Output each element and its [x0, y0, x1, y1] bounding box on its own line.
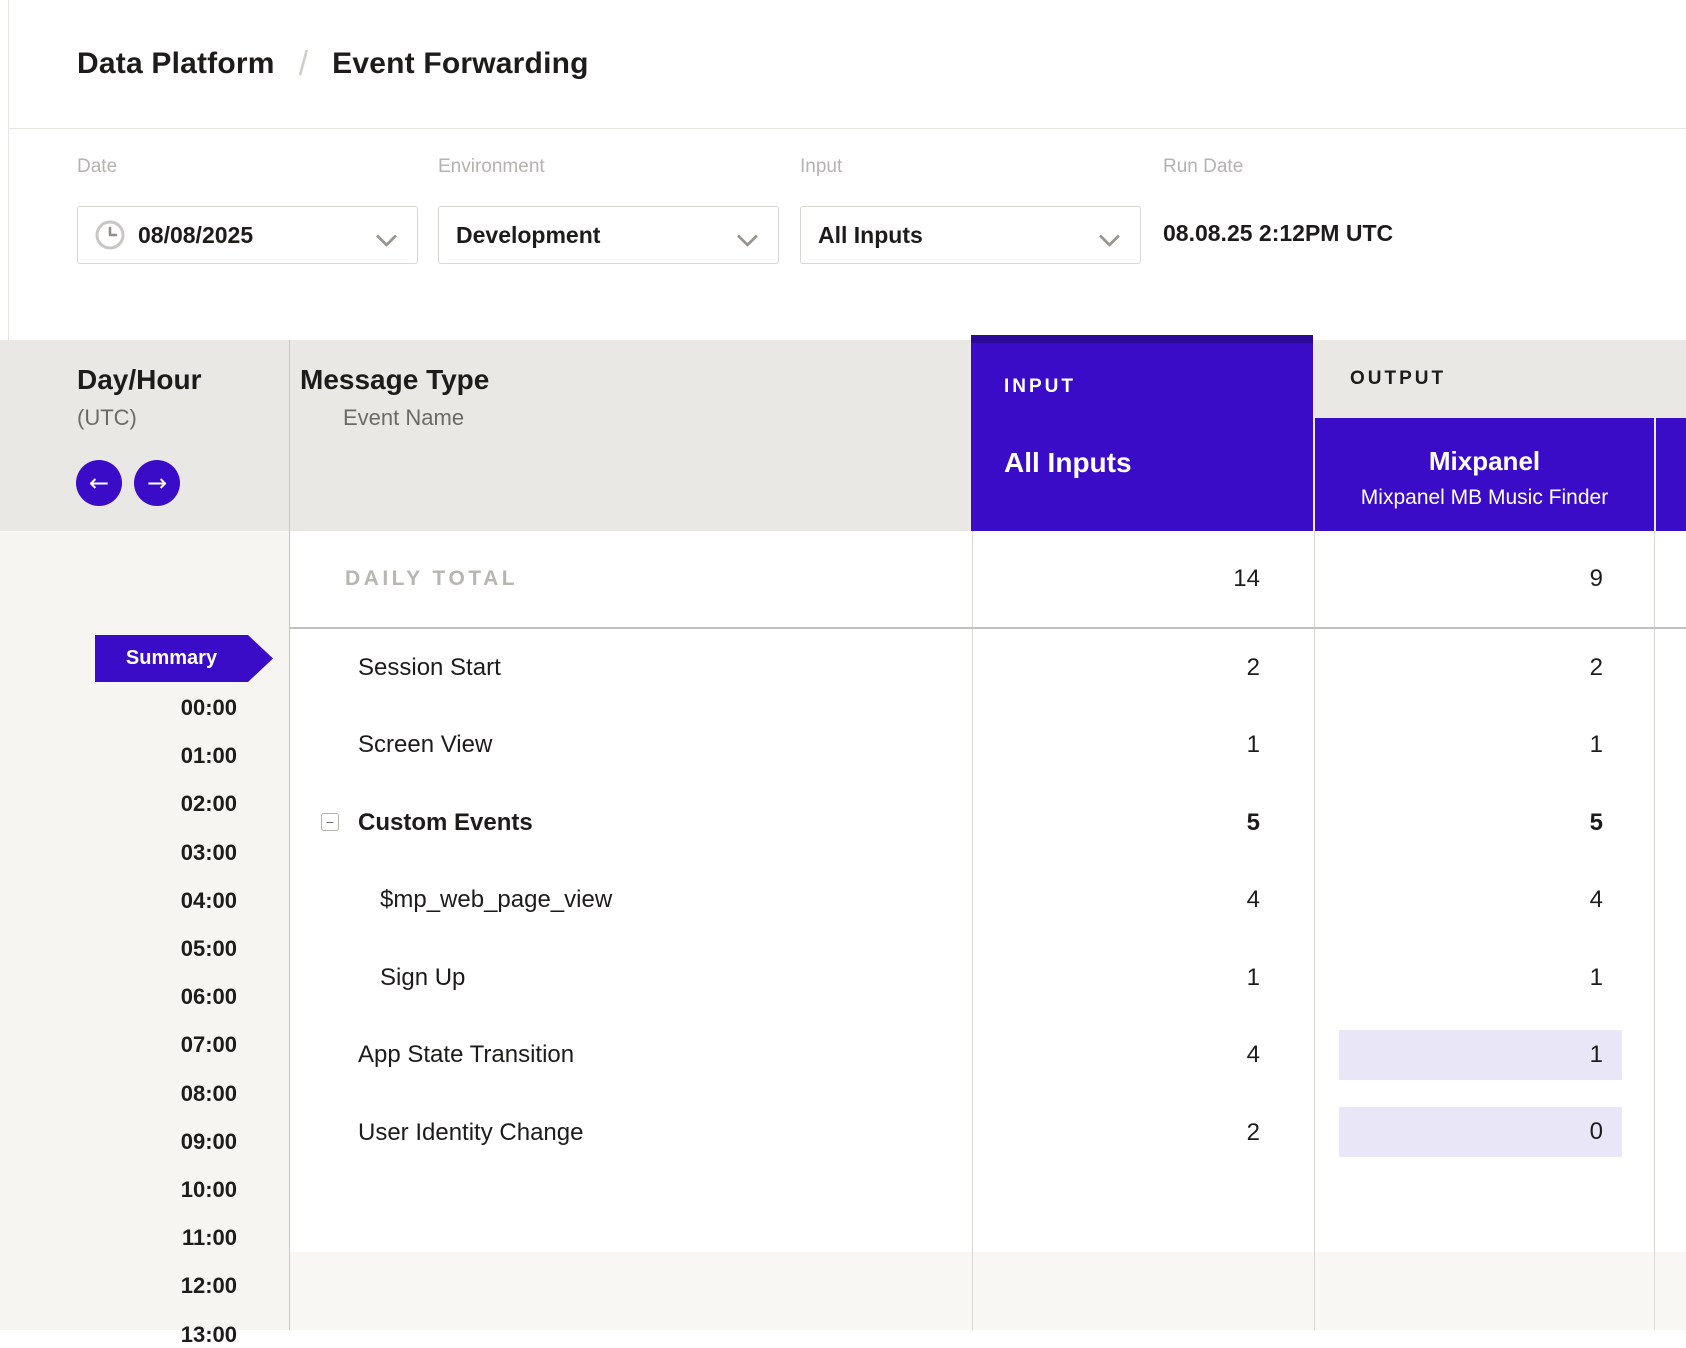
highlighted-output-cell[interactable]: 0 [1339, 1107, 1622, 1157]
event-name-label: Sign Up [380, 939, 465, 1016]
run-date-filter: Run Date 08.08.25 2:12PM UTC [1163, 155, 1393, 247]
event-name-label: Session Start [358, 629, 501, 706]
hour-row-label[interactable]: 02:00 [0, 791, 237, 817]
next-day-button[interactable]: → [134, 460, 180, 506]
day-hour-header: Day/Hour [77, 364, 201, 396]
breadcrumb: Data Platform / Event Forwarding [9, 0, 1686, 129]
hour-row-label[interactable]: 12:00 [0, 1273, 237, 1299]
table-row: $mp_web_page_view 4 4 [289, 862, 1686, 939]
event-name-label: Custom Events [358, 784, 533, 861]
event-name-label: User Identity Change [358, 1094, 583, 1171]
table-footer-strip [289, 1252, 1686, 1330]
table-row: App State Transition 4 1 [289, 1017, 1686, 1094]
event-name-label: App State Transition [358, 1017, 574, 1094]
highlighted-output-cell[interactable]: 1 [1339, 1030, 1622, 1080]
daily-total-output-value: 9 [1590, 531, 1603, 627]
date-value: 08/08/2025 [138, 222, 253, 249]
input-count-cell: 4 [1247, 862, 1260, 939]
environment-filter-label: Environment [438, 155, 779, 179]
daily-total-label: DAILY TOTAL [345, 531, 518, 627]
table-row: User Identity Change 2 0 [289, 1094, 1686, 1171]
arrow-right-icon: → [147, 471, 167, 495]
input-column-header: INPUT All Inputs [971, 335, 1313, 531]
breadcrumb-separator: / [299, 45, 308, 84]
message-type-rows: Session Start 2 2 Screen View 1 1 − Custom Even… [289, 629, 1686, 1172]
output-column-header-next [1656, 418, 1686, 531]
collapse-minus-icon[interactable]: − [321, 813, 339, 831]
input-column-label: INPUT [1004, 376, 1313, 398]
input-value: All Inputs [818, 222, 923, 249]
date-select[interactable]: 08/08/2025 [77, 206, 418, 264]
date-filter: Date 08/08/2025 [77, 155, 418, 264]
input-count-cell: 2 [1247, 629, 1260, 706]
environment-select[interactable]: Development [438, 206, 779, 264]
hour-row-label[interactable]: 13:00 [0, 1322, 237, 1348]
output-count-cell: 1 [1590, 707, 1603, 784]
output-column-title: Mixpanel [1315, 418, 1654, 477]
summary-row-badge[interactable]: Summary [95, 635, 273, 682]
hour-row-label[interactable]: 08:00 [0, 1081, 237, 1107]
input-count-cell: 5 [1247, 784, 1260, 861]
hour-row-label[interactable]: 05:00 [0, 936, 237, 962]
event-name-label: $mp_web_page_view [380, 862, 612, 939]
run-date-label: Run Date [1163, 155, 1393, 179]
output-count-cell: 2 [1590, 629, 1603, 706]
input-count-cell: 4 [1247, 1017, 1260, 1094]
table-row: − Custom Events 5 5 [289, 784, 1686, 861]
table-row: Session Start 2 2 [289, 629, 1686, 706]
clock-icon [95, 220, 125, 250]
event-name-label: Screen View [358, 707, 492, 784]
date-filter-label: Date [77, 155, 418, 179]
table-row: Sign Up 1 1 [289, 939, 1686, 1016]
input-column-name: All Inputs [1004, 447, 1313, 479]
input-filter-label: Input [800, 155, 1141, 179]
output-count-value: 0 [1590, 1118, 1603, 1146]
event-name-subheader: Event Name [343, 405, 464, 431]
hour-row-label[interactable]: 07:00 [0, 1032, 237, 1058]
input-count-cell: 1 [1247, 939, 1260, 1016]
hour-row-label[interactable]: 09:00 [0, 1129, 237, 1155]
output-section-label: OUTPUT [1350, 368, 1446, 390]
breadcrumb-section[interactable]: Data Platform [77, 47, 275, 81]
daily-total-input-value: 14 [1233, 531, 1260, 627]
input-count-cell: 1 [1247, 707, 1260, 784]
input-count-cell: 2 [1247, 1094, 1260, 1171]
arrow-left-icon: ← [89, 471, 109, 495]
day-hour-subheader: (UTC) [77, 405, 137, 431]
chevron-down-icon [738, 225, 758, 245]
page-title: Event Forwarding [332, 47, 589, 81]
daily-total-row: DAILY TOTAL 14 9 [289, 531, 1686, 629]
table-row: Screen View 1 1 [289, 707, 1686, 784]
hour-row-label[interactable]: 04:00 [0, 888, 237, 914]
output-column-subtitle: Mixpanel MB Music Finder [1315, 486, 1654, 510]
run-date-value: 08.08.25 2:12PM UTC [1163, 220, 1393, 247]
hour-row-label[interactable]: 10:00 [0, 1177, 237, 1203]
output-count-cell: 5 [1590, 784, 1603, 861]
chevron-down-icon [1100, 225, 1120, 245]
hour-row-label[interactable]: 11:00 [0, 1225, 237, 1251]
output-column-header-mixpanel: Mixpanel Mixpanel MB Music Finder [1315, 418, 1654, 531]
message-type-header: Message Type [300, 364, 489, 396]
hour-row-label[interactable]: 00:00 [0, 695, 237, 721]
environment-filter: Environment Development [438, 155, 779, 264]
filter-bar: Date 08/08/2025 Environment Development … [9, 129, 1686, 340]
hour-row-label[interactable]: 03:00 [0, 840, 237, 866]
output-count-cell: 4 [1590, 862, 1603, 939]
chevron-down-icon [377, 225, 397, 245]
environment-value: Development [456, 222, 600, 249]
input-select[interactable]: All Inputs [800, 206, 1141, 264]
event-forwarding-page: { "breadcrumb": { "section": "Data Platf… [0, 0, 1686, 1330]
previous-day-button[interactable]: ← [76, 460, 122, 506]
hour-row-label[interactable]: 06:00 [0, 984, 237, 1010]
input-filter: Input All Inputs [800, 155, 1141, 264]
output-count-cell: 1 [1590, 939, 1603, 1016]
hour-row-label[interactable]: 01:00 [0, 743, 237, 769]
output-count-value: 1 [1590, 1041, 1603, 1069]
